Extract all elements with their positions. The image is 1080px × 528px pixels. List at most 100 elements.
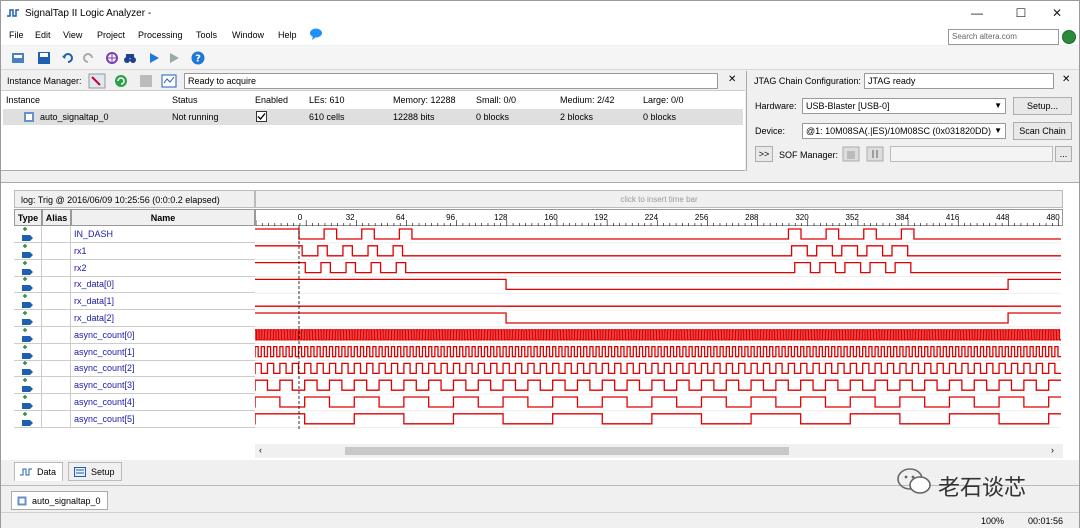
signal-name: async_count[5] xyxy=(74,413,135,424)
instance-row[interactable]: auto_signaltap_0 Not running 610 cells 1… xyxy=(3,109,743,125)
signal-name: async_count[0] xyxy=(74,329,135,340)
signal-name: async_count[2] xyxy=(74,363,135,374)
enabled-checkbox[interactable] xyxy=(256,111,267,122)
signal-row[interactable]: rx2 xyxy=(14,259,255,277)
elapsed-time: 00:01:56 xyxy=(1028,516,1064,526)
col-medium: Medium: 2/42 xyxy=(560,95,615,105)
signal-row[interactable]: async_count[2] xyxy=(14,360,255,378)
stop-icon[interactable] xyxy=(138,73,154,89)
signal-name: rx_data[0] xyxy=(74,279,115,290)
panel-divider xyxy=(746,71,747,171)
scroll-right-icon[interactable]: › xyxy=(1051,445,1054,455)
menu-window[interactable]: Window xyxy=(232,30,264,40)
autorun-analysis-icon[interactable] xyxy=(113,73,129,89)
attach-sof-icon[interactable] xyxy=(866,146,884,162)
minimize-button[interactable]: — xyxy=(955,1,999,25)
signal-name: async_count[1] xyxy=(74,346,135,357)
signal-row[interactable]: async_count[4] xyxy=(14,394,255,411)
watermark-text: 老石谈芯 xyxy=(938,476,1027,501)
horizontal-scrollbar[interactable]: ‹ › xyxy=(255,444,1063,458)
input-pin-icon xyxy=(22,361,33,376)
read-data-icon[interactable] xyxy=(161,73,177,89)
menu-edit[interactable]: Edit xyxy=(35,30,51,40)
signal-row[interactable]: rx_data[2] xyxy=(14,310,255,327)
scan-chain-button[interactable]: Scan Chain xyxy=(1013,122,1072,140)
chat-icon[interactable] xyxy=(309,28,323,40)
input-pin-icon xyxy=(22,327,33,342)
signal-name: rx1 xyxy=(74,245,87,256)
save-icon[interactable] xyxy=(37,51,51,65)
signal-alias-cell xyxy=(42,276,71,293)
signal-row[interactable]: async_count[5] xyxy=(14,410,255,428)
node-finder-icon[interactable] xyxy=(105,51,119,65)
col-large: Large: 0/0 xyxy=(643,95,684,105)
instance-tab-icon xyxy=(17,496,27,506)
menu-file[interactable]: File xyxy=(9,30,24,40)
browse-button[interactable]: ... xyxy=(1055,146,1072,162)
globe-icon[interactable] xyxy=(1062,30,1076,44)
waveform-display[interactable] xyxy=(255,226,1063,430)
instance-setup-icon[interactable] xyxy=(88,73,106,89)
menu-view[interactable]: View xyxy=(63,30,82,40)
waveform-rx1 xyxy=(255,245,1061,257)
hardware-label: Hardware: xyxy=(755,101,797,111)
main-window: SignalTap II Logic Analyzer - — ☐ ✕ File… xyxy=(0,0,1080,528)
jtag-close-icon[interactable]: ✕ xyxy=(1062,74,1070,85)
open-icon[interactable] xyxy=(11,51,25,65)
device-value: @1: 10M08SA(.|ES)/10M08SC (0x031820DD) xyxy=(806,126,992,136)
scroll-thumb[interactable] xyxy=(345,447,789,455)
instance-manager-close-icon[interactable]: ✕ xyxy=(728,74,736,85)
svg-text:?: ? xyxy=(195,54,201,65)
signal-row[interactable]: async_count[1] xyxy=(14,343,255,361)
waveform-async-count2 xyxy=(255,362,1061,375)
col-small: Small: 0/0 xyxy=(476,95,517,105)
setup-button[interactable]: Setup... xyxy=(1013,97,1072,115)
program-device-icon[interactable] xyxy=(842,146,860,162)
insert-time-bar[interactable]: click to insert time bar xyxy=(255,190,1063,208)
signal-row[interactable]: async_count[3] xyxy=(14,377,255,395)
signal-row[interactable]: IN_DASH xyxy=(14,226,255,243)
signal-type-cell xyxy=(14,226,42,242)
hardware-select[interactable]: USB-Blaster [USB-0] ▼ xyxy=(802,98,1006,114)
input-pin-icon xyxy=(22,411,33,426)
search-input[interactable]: Search altera.com xyxy=(948,29,1059,45)
undo-icon[interactable] xyxy=(61,51,75,65)
signal-row[interactable]: async_count[0] xyxy=(14,326,255,344)
signal-row[interactable]: rx_data[1] xyxy=(14,293,255,311)
scroll-left-icon[interactable]: ‹ xyxy=(259,445,262,455)
close-button[interactable]: ✕ xyxy=(1035,1,1079,25)
menu-project[interactable]: Project xyxy=(97,30,125,40)
instance-tab[interactable]: auto_signaltap_0 xyxy=(11,491,108,510)
signal-alias-cell xyxy=(42,410,71,427)
jtag-panel: JTAG Chain Configuration: JTAG ready ✕ H… xyxy=(748,71,1079,171)
menu-processing[interactable]: Processing xyxy=(138,30,183,40)
toolbar: ? xyxy=(1,46,1079,70)
menu-help[interactable]: Help xyxy=(278,30,297,40)
menu-tools[interactable]: Tools xyxy=(196,30,217,40)
binoculars-icon[interactable] xyxy=(123,51,137,65)
tab-data[interactable]: Data xyxy=(14,462,64,481)
window-title: SignalTap II Logic Analyzer - xyxy=(25,8,152,19)
device-select[interactable]: @1: 10M08SA(.|ES)/10M08SC (0x031820DD) ▼ xyxy=(802,123,1006,139)
input-pin-icon xyxy=(22,395,33,409)
sof-file-field[interactable] xyxy=(890,146,1053,162)
expand-button[interactable]: >> xyxy=(755,146,773,162)
help-icon[interactable]: ? xyxy=(191,51,205,65)
col-alias: Alias xyxy=(42,209,71,226)
menu-bar: File Edit View Project Processing Tools … xyxy=(1,25,1079,45)
run-icon[interactable] xyxy=(147,51,161,65)
signal-row[interactable]: rx_data[0] xyxy=(14,276,255,294)
waveform-in-dash xyxy=(255,228,1061,240)
zoom-level: 100% xyxy=(981,516,1005,526)
signal-alias-cell xyxy=(42,242,71,259)
time-ruler[interactable]: 0 32 64 96 128 160 192 224 256 288 320 352 384 416 448… xyxy=(255,209,1063,226)
instance-table: Instance Status Enabled LEs: 610 Memory:… xyxy=(1,91,745,171)
tab-setup[interactable]: Setup xyxy=(68,462,122,481)
signal-name: IN_DASH xyxy=(74,229,114,239)
waveform-rx2 xyxy=(255,261,1061,274)
signal-alias-cell xyxy=(42,360,71,377)
redo-icon[interactable] xyxy=(81,51,95,65)
autorun-icon[interactable] xyxy=(167,51,181,65)
signal-row[interactable]: rx1 xyxy=(14,242,255,260)
col-memory: Memory: 12288 xyxy=(393,95,456,105)
